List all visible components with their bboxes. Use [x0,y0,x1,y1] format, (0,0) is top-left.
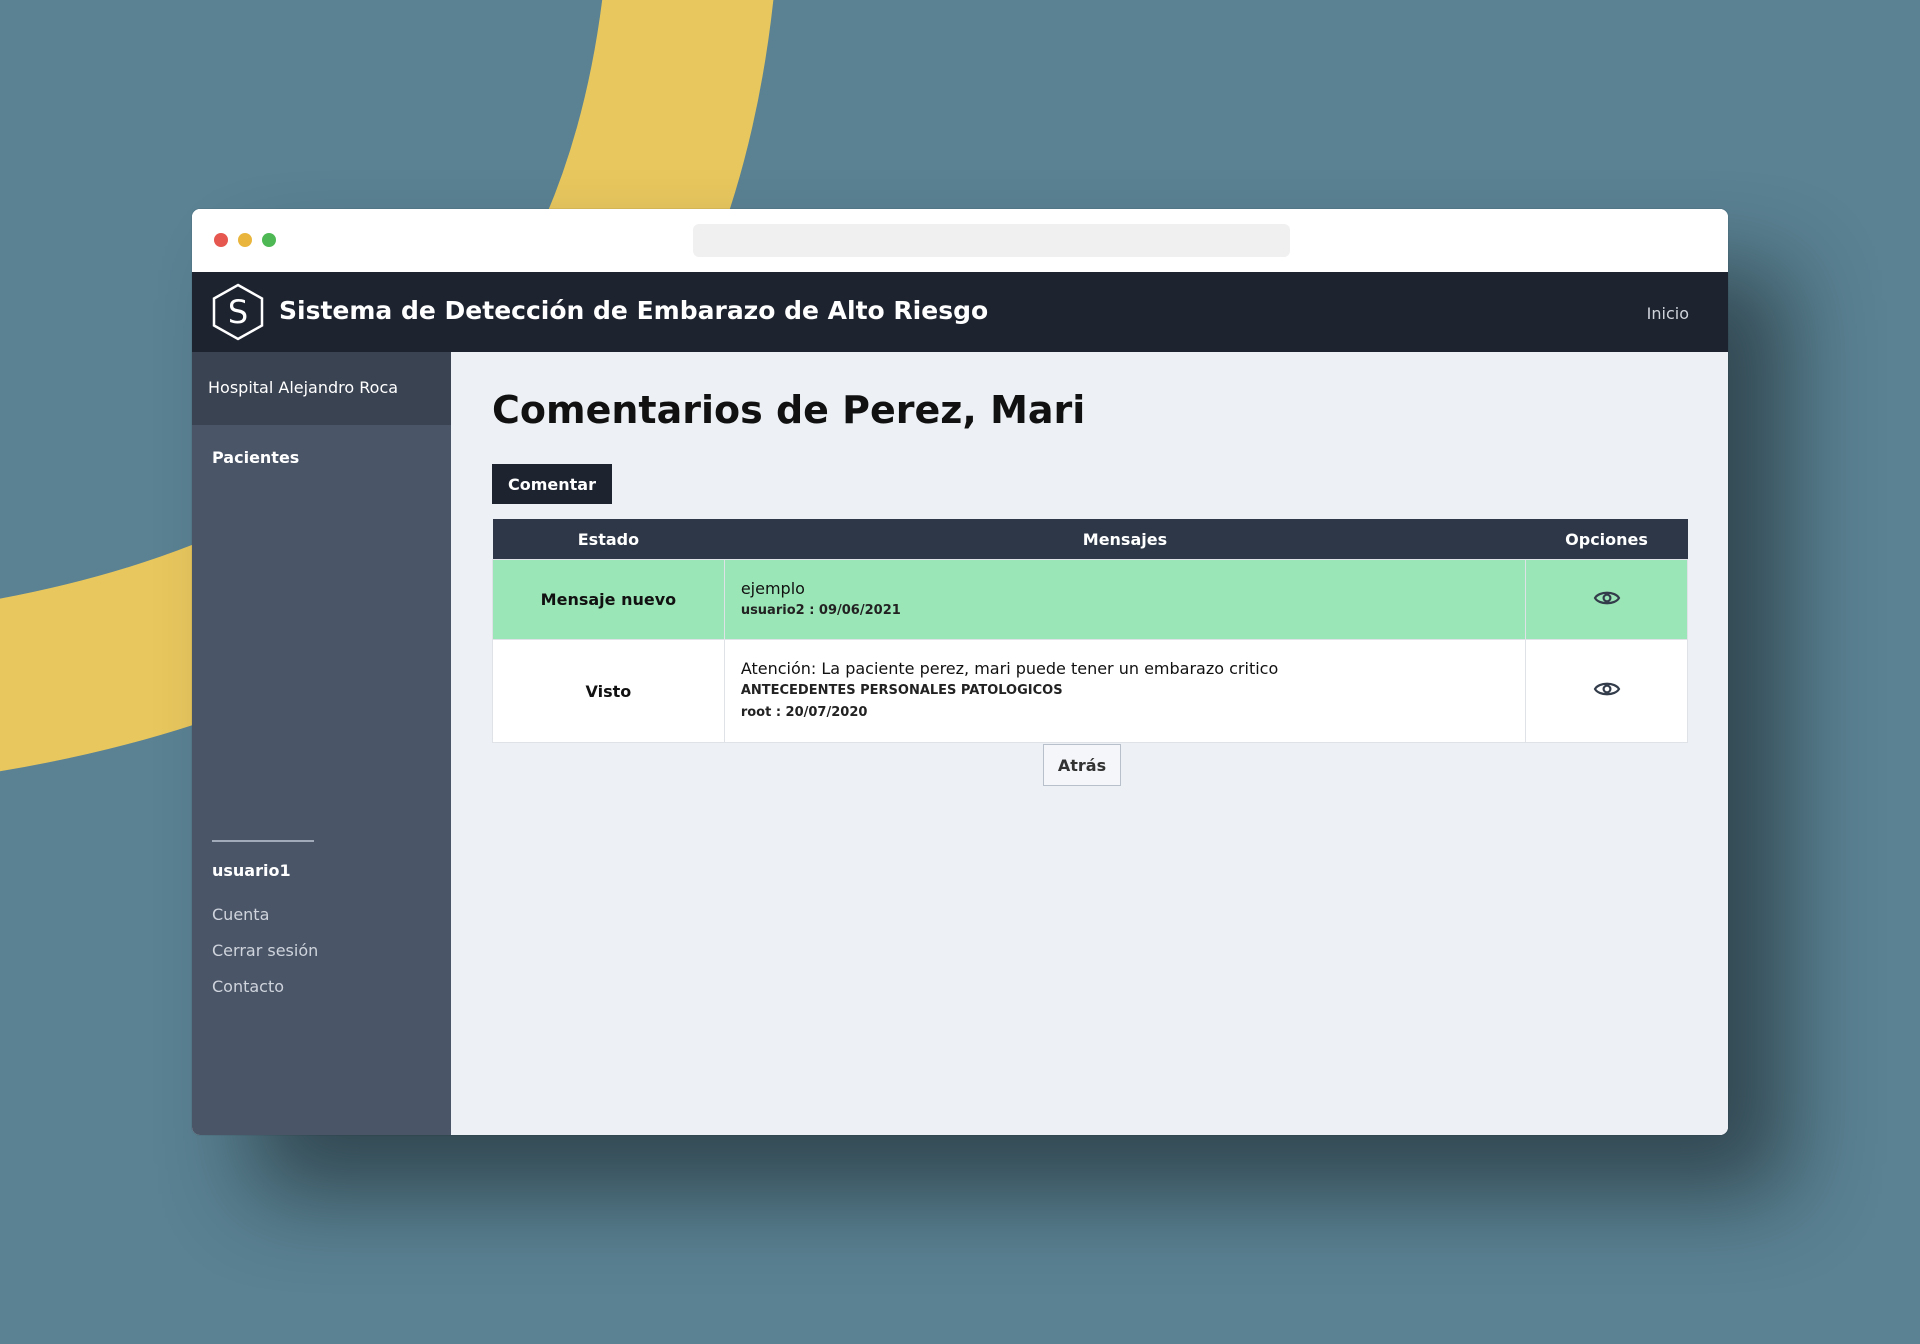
estado-cell: Mensaje nuevo [492,559,725,640]
main-content: Comentarios de Perez, Mari Comentar Esta… [451,352,1728,1135]
column-header-opciones: Opciones [1525,519,1688,560]
hospital-name: Hospital Alejandro Roca [192,352,451,425]
browser-window: S Sistema de Detección de Embarazo de Al… [192,209,1728,1135]
message-cell: Atención: La paciente perez, mari puede … [723,639,1527,743]
sidebar-username: usuario1 [212,861,291,880]
message-category: ANTECEDENTES PERSONALES PATOLOGICOS [740,683,1063,698]
sidebar-divider [212,840,314,842]
page-title: Comentarios de Perez, Mari [492,388,1086,432]
sidebar-item-contacto[interactable]: Contacto [212,977,284,996]
column-header-estado: Estado [492,519,725,560]
app-logo-icon: S [212,283,264,341]
nav-inicio-link[interactable]: Inicio [1647,304,1689,323]
window-close-dot[interactable] [214,233,228,247]
address-bar[interactable] [693,224,1290,257]
table-row: Mensaje nuevo ejemplo usuario2 : 09/06/2… [492,559,1688,640]
window-minimize-dot[interactable] [238,233,252,247]
app-title: Sistema de Detección de Embarazo de Alto… [279,296,989,325]
sidebar-item-pacientes[interactable]: Pacientes [212,448,299,467]
options-cell [1525,639,1688,743]
svg-text:S: S [228,293,248,331]
message-meta: usuario2 : 09/06/2021 [740,602,901,618]
app-header: S Sistema de Detección de Embarazo de Al… [192,272,1728,352]
browser-titlebar [192,209,1728,272]
comentar-button[interactable]: Comentar [492,464,612,504]
table-header-row: Estado Mensajes Opciones [492,519,1688,560]
message-text: ejemplo [740,578,805,598]
estado-cell: Visto [492,639,725,743]
atras-button[interactable]: Atrás [1043,744,1121,786]
options-cell [1525,559,1688,640]
sidebar-item-cerrar-sesion[interactable]: Cerrar sesión [212,941,318,960]
sidebar-item-cuenta[interactable]: Cuenta [212,905,269,924]
sidebar: Hospital Alejandro Roca Pacientes usuari… [192,352,451,1135]
column-header-mensajes: Mensajes [724,519,1526,560]
window-maximize-dot[interactable] [262,233,276,247]
message-cell: ejemplo usuario2 : 09/06/2021 [723,559,1527,640]
eye-icon[interactable] [1593,588,1621,608]
table-row: Visto Atención: La paciente perez, mari … [492,639,1688,743]
messages-table: Estado Mensajes Opciones Mensaje nuevo e… [492,519,1688,743]
message-meta: root : 20/07/2020 [740,705,868,720]
eye-icon[interactable] [1593,679,1621,699]
message-text: Atención: La paciente perez, mari puede … [740,659,1279,678]
